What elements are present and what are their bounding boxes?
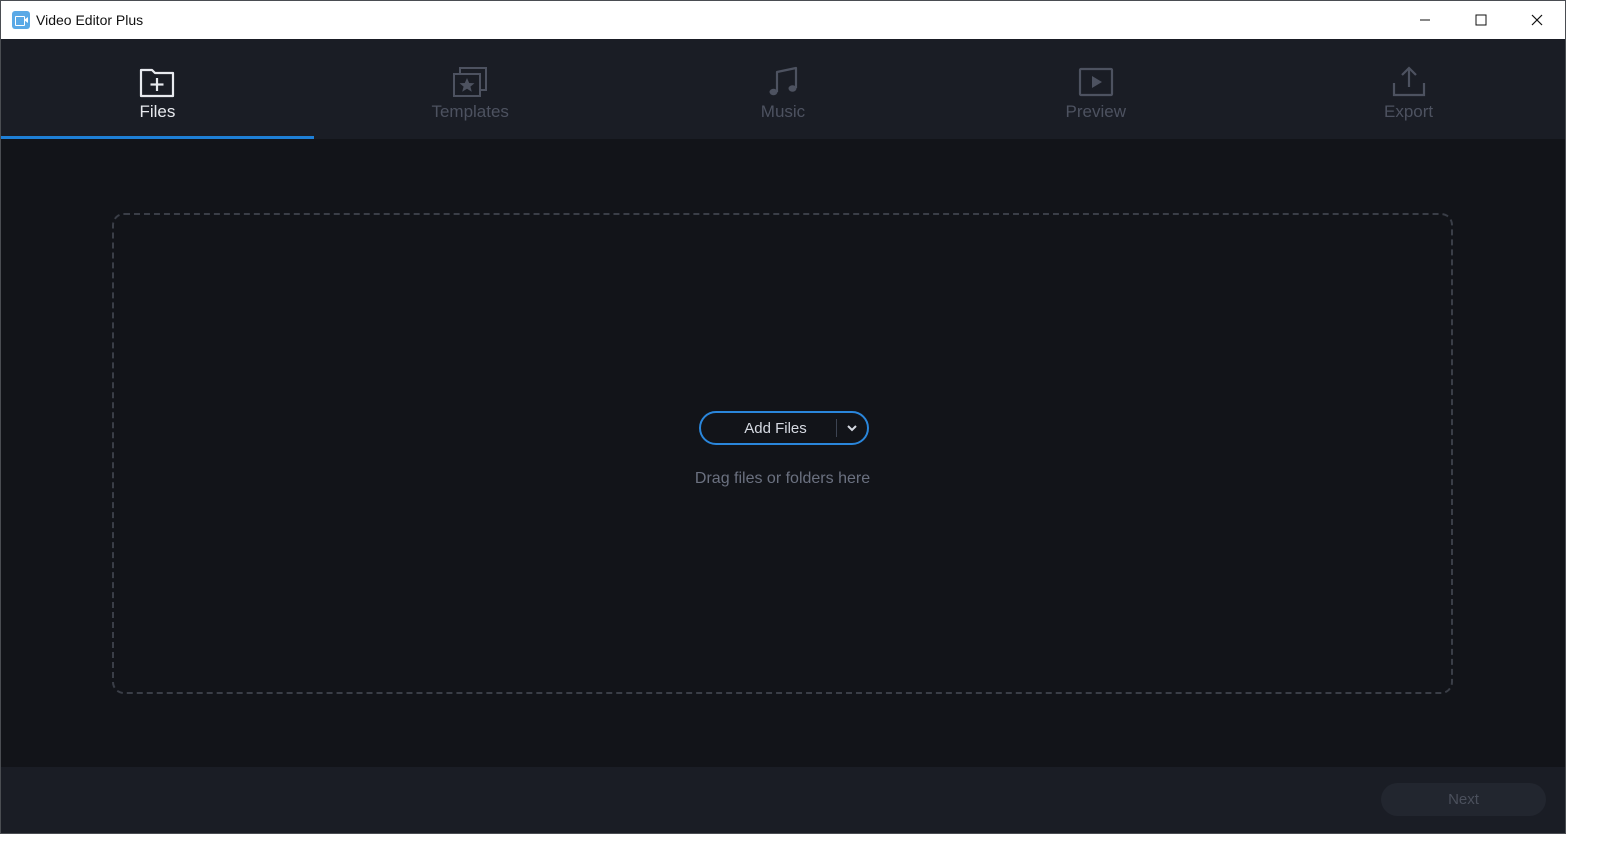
close-icon: [1531, 14, 1543, 26]
desktop-background-bottom: [0, 834, 1600, 851]
tab-label: Music: [760, 102, 806, 121]
desktop-background-right: [1566, 0, 1600, 851]
drag-files-hint: Drag files or folders here: [694, 470, 871, 487]
tab-preview[interactable]: Preview: [939, 39, 1252, 139]
folder-plus-icon: [140, 68, 175, 98]
window-title: Video Editor Plus: [36, 12, 144, 28]
add-files-dropdown[interactable]: [837, 424, 867, 432]
maximize-button[interactable]: [1453, 1, 1509, 39]
next-button[interactable]: Next: [1381, 783, 1546, 816]
export-upload-icon: [1392, 66, 1425, 97]
tab-export[interactable]: Export: [1252, 39, 1565, 139]
title-bar: Video Editor Plus: [1, 1, 1565, 39]
file-drop-zone[interactable]: Add Files Drag files or folders here: [112, 213, 1453, 694]
maximize-icon: [1475, 14, 1487, 26]
minimize-button[interactable]: [1397, 1, 1453, 39]
minimize-icon: [1420, 19, 1430, 21]
music-note-icon: [769, 66, 798, 96]
files-content-area: Add Files Drag files or folders here: [1, 139, 1565, 767]
tab-label: Templates: [431, 102, 509, 121]
app-window: Video Editor Plus Files Templates Music …: [0, 0, 1566, 834]
add-files-label: Add Files: [744, 419, 807, 437]
footer-bar: Next: [1, 767, 1565, 833]
step-tab-bar: Files Templates Music Preview Export: [1, 39, 1565, 139]
tab-label: Files: [139, 102, 176, 121]
tab-label: Export: [1384, 102, 1434, 121]
tab-music[interactable]: Music: [627, 39, 940, 139]
chevron-down-icon: [847, 425, 857, 432]
templates-star-icon: [453, 67, 488, 97]
tab-label: Preview: [1065, 102, 1127, 121]
play-preview-icon: [1078, 67, 1113, 97]
add-files-button[interactable]: Add Files: [699, 411, 869, 445]
tab-files[interactable]: Files: [1, 39, 314, 139]
tab-templates[interactable]: Templates: [314, 39, 627, 139]
app-logo-icon: [12, 11, 30, 29]
close-button[interactable]: [1509, 1, 1565, 39]
